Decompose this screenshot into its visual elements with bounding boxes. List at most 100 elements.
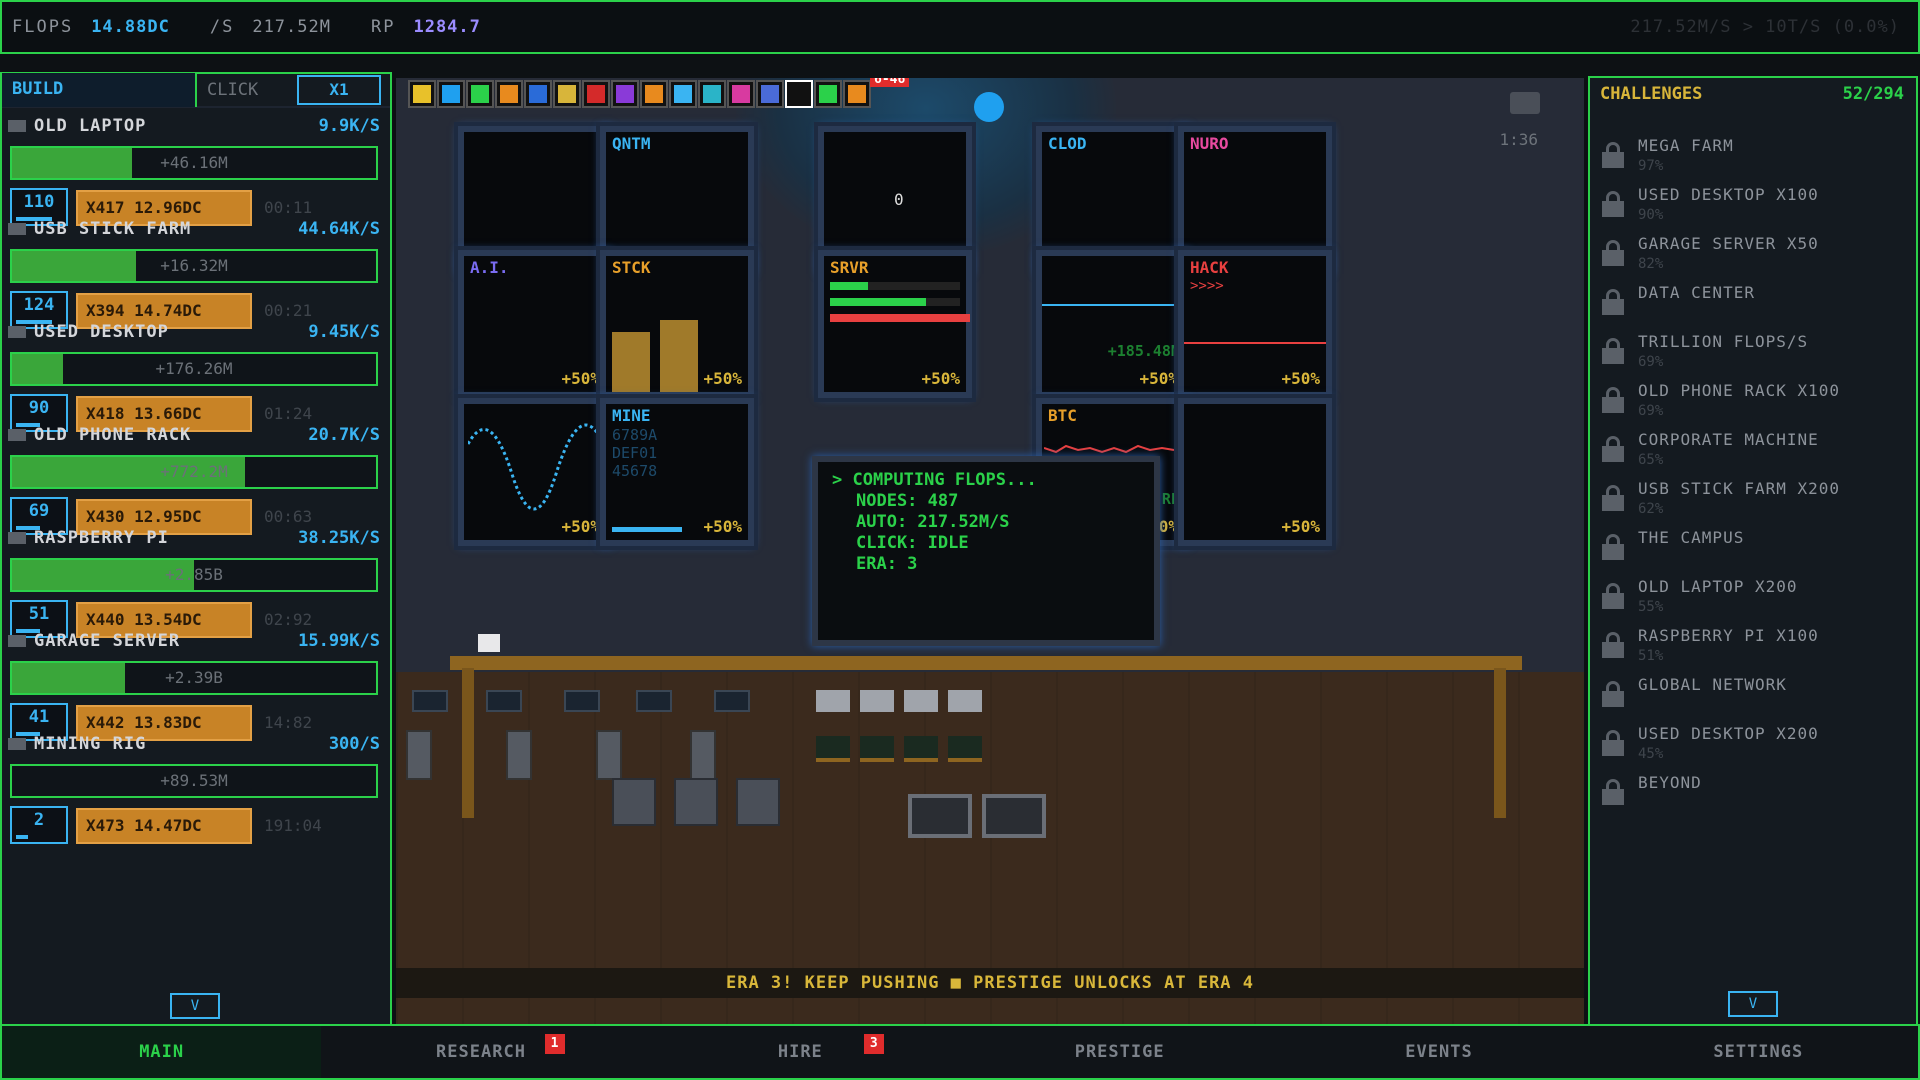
build-progress-bar: +2.85B — [10, 558, 378, 592]
top-stats-bar: FLOPS 14.88DC /S 217.52M RP 1284.7 217.5… — [0, 0, 1920, 54]
color-swatch[interactable] — [756, 80, 784, 108]
monitor-screen[interactable]: SRVR +50% — [818, 250, 972, 398]
camera-icon[interactable] — [1510, 92, 1540, 114]
color-swatch[interactable] — [466, 80, 494, 108]
flops-value: 14.88DC — [91, 17, 170, 37]
server-bar — [830, 298, 960, 306]
challenge-item[interactable]: USED DESKTOP X200 45% — [1602, 724, 1902, 772]
central-terminal[interactable]: > COMPUTING FLOPS... NODES: 487 AUTO: 217.… — [812, 456, 1160, 646]
build-progress-bar: +46.16M — [10, 146, 378, 180]
challenge-item[interactable]: OLD LAPTOP X200 55% — [1602, 577, 1902, 625]
monitor-screen[interactable]: +50% +185.48M — [1036, 250, 1190, 398]
raspberry-pi-icon — [8, 532, 26, 544]
challenge-item[interactable]: BEYOND — [1602, 773, 1902, 821]
rp-value: 1284.7 — [413, 17, 481, 37]
server-unit-icon — [612, 778, 656, 826]
build-progress-bar: +16.32M — [10, 249, 378, 283]
nav-tab-main[interactable]: MAIN — [2, 1026, 322, 1078]
color-swatch[interactable] — [611, 80, 639, 108]
lock-icon — [1602, 534, 1624, 560]
nav-tab-events[interactable]: EVENTS — [1279, 1026, 1598, 1078]
phone-rack-icon — [8, 429, 26, 441]
mining-rig-icon — [982, 794, 1046, 838]
mining-rig-icon — [8, 738, 26, 750]
challenge-name: USB STICK FARM X200 — [1638, 479, 1841, 498]
build-item-name: RASPBERRY PI — [34, 528, 169, 548]
build-item-timer: 00:21 — [264, 301, 313, 320]
desktop-tower-icon — [406, 730, 432, 780]
challenge-item[interactable]: RASPBERRY PI X100 51% — [1602, 626, 1902, 674]
tab-build[interactable]: BUILD — [2, 73, 197, 107]
terminal-line: > COMPUTING FLOPS... — [832, 470, 1037, 490]
color-swatch[interactable] — [669, 80, 697, 108]
laptop-icon — [412, 690, 448, 712]
build-item-rate: 9.45K/S — [308, 322, 380, 342]
challenge-item[interactable]: MEGA FARM 97% — [1602, 136, 1902, 184]
build-progress-bar: +176.26M — [10, 352, 378, 386]
multiplier-button[interactable]: X1 — [297, 75, 381, 105]
desktop-tower-icon — [596, 730, 622, 780]
challenge-item[interactable]: USED DESKTOP X100 90% — [1602, 185, 1902, 233]
monitor-screen[interactable]: A.I. +50% — [458, 250, 612, 398]
color-swatch[interactable] — [582, 80, 610, 108]
tab-click[interactable]: CLICK — [197, 74, 297, 106]
color-swatch[interactable] — [553, 80, 581, 108]
monitor-screen[interactable]: +50% — [458, 398, 612, 546]
color-swatch[interactable] — [698, 80, 726, 108]
nav-tab-research[interactable]: RESEARCH 1 — [321, 1026, 640, 1078]
server-unit-icon — [736, 778, 780, 826]
challenge-name: THE CAMPUS — [1638, 528, 1745, 547]
monitor-screen[interactable]: +50% — [1178, 398, 1332, 546]
challenges-scroll-down-button[interactable]: V — [1728, 991, 1778, 1017]
challenge-item[interactable]: OLD PHONE RACK X100 69% — [1602, 381, 1902, 429]
challenge-item[interactable]: DATA CENTER — [1602, 283, 1902, 331]
challenge-item[interactable]: USB STICK FARM X200 62% — [1602, 479, 1902, 527]
challenge-item[interactable]: CORPORATE MACHINE 65% — [1602, 430, 1902, 478]
build-progress-text: +89.53M — [160, 771, 228, 790]
monitor-screen[interactable]: HACK +50% >>>> — [1178, 250, 1332, 398]
challenge-item[interactable]: TRILLION FLOPS/S 69% — [1602, 332, 1902, 380]
color-swatch[interactable] — [495, 80, 523, 108]
color-swatch[interactable] — [640, 80, 668, 108]
nav-tab-hire[interactable]: HIRE 3 — [641, 1026, 960, 1078]
lock-icon — [1602, 289, 1624, 315]
terminal-line: AUTO: 217.52M/S — [856, 512, 1010, 532]
monitor-center-text: 0 — [894, 190, 904, 209]
monitor-title: BTC — [1048, 406, 1077, 425]
challenge-name: USED DESKTOP X200 — [1638, 724, 1819, 743]
buy-button[interactable]: X473 14.47DC — [76, 808, 252, 844]
build-progress-text: +2.85B — [165, 565, 223, 584]
terminal-line: ERA: 3 — [856, 554, 918, 574]
challenge-item[interactable]: THE CAMPUS — [1602, 528, 1902, 576]
color-swatch[interactable] — [727, 80, 755, 108]
nav-tab-settings[interactable]: SETTINGS — [1599, 1026, 1918, 1078]
challenge-item[interactable]: GLOBAL NETWORK — [1602, 675, 1902, 723]
monitor-screen[interactable]: STCK +50% — [600, 250, 754, 398]
nav-badge: 1 — [544, 1034, 565, 1054]
scroll-down-button[interactable]: V — [170, 993, 220, 1019]
challenge-name: USED DESKTOP X100 — [1638, 185, 1819, 204]
monitor-screen[interactable]: MINE +50% 6789A DEF01 45678 — [600, 398, 754, 546]
challenges-count: 52/294 — [1842, 84, 1904, 104]
color-swatch[interactable] — [437, 80, 465, 108]
challenge-item[interactable]: GARAGE SERVER X50 82% — [1602, 234, 1902, 282]
server-bar — [830, 314, 970, 322]
color-swatch[interactable] — [814, 80, 842, 108]
color-swatch[interactable] — [524, 80, 552, 108]
challenge-progress: 62% — [1638, 501, 1664, 517]
desktop-icon — [8, 326, 26, 338]
color-swatch[interactable] — [408, 80, 436, 108]
nav-tab-prestige[interactable]: PRESTIGE — [960, 1026, 1279, 1078]
color-swatch[interactable] — [843, 80, 871, 108]
build-progress-bar: +89.53M — [10, 764, 378, 798]
terminal-line: CLICK: IDLE — [856, 533, 969, 553]
build-item-rate: 20.7K/S — [308, 425, 380, 445]
lock-icon — [1602, 632, 1624, 658]
challenge-name: BEYOND — [1638, 773, 1702, 792]
color-swatch[interactable] — [785, 80, 813, 108]
build-item-count: 2 — [10, 806, 68, 844]
build-item-rate: 300/S — [328, 734, 380, 754]
lock-icon — [1602, 583, 1624, 609]
build-panel: BUILD CLICK X1 OLD LAPTOP 9.9K/S +46.16M 11… — [0, 72, 392, 1027]
nav-tab-label: EVENTS — [1405, 1042, 1473, 1062]
